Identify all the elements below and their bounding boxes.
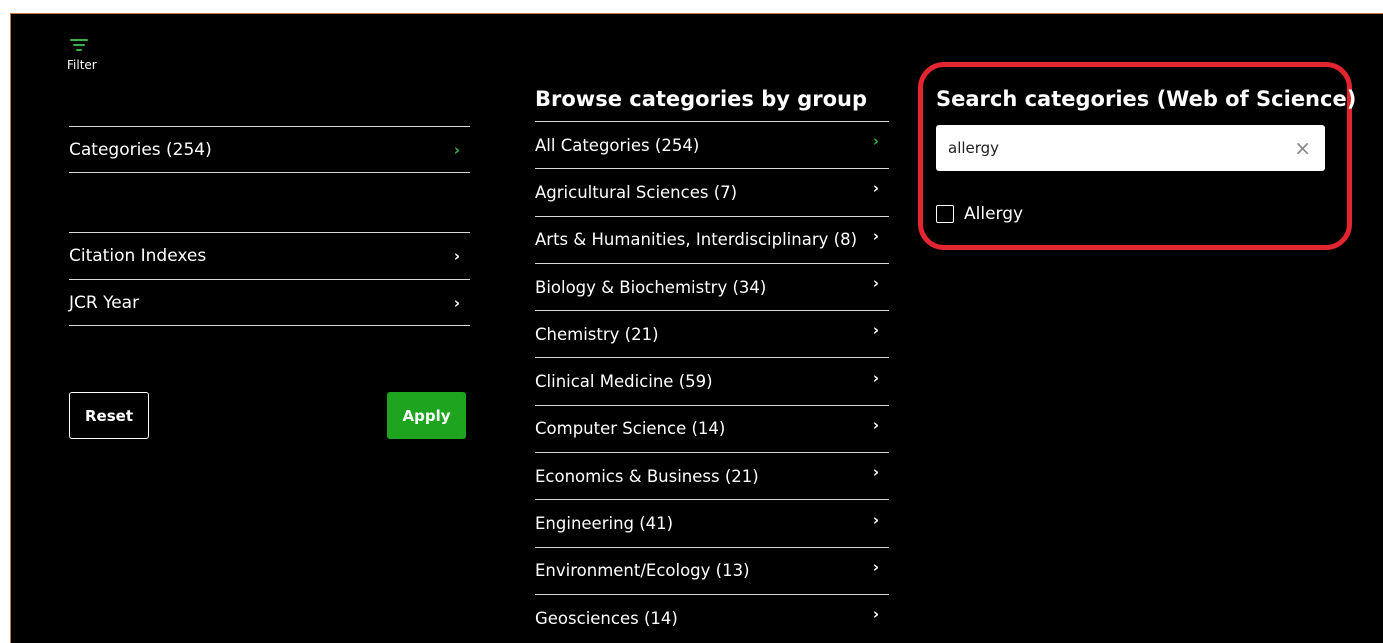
chevron-right-icon: › [872,274,880,293]
category-group-label: Environment/Ecology (13) [535,561,750,581]
chevron-right-icon: › [872,557,880,576]
citation-indexes-label: Citation Indexes [69,246,207,266]
reset-button[interactable]: Reset [69,392,149,439]
browse-title: Browse categories by group [535,87,868,111]
category-group-label: Geosciences (14) [535,608,678,628]
chevron-right-icon: › [872,368,880,387]
category-group-item[interactable]: Agricultural Sciences (7) › [535,168,889,215]
chevron-right-icon: › [872,415,880,434]
category-group-item[interactable]: Geosciences (14) › [535,593,889,641]
category-group-item[interactable]: Environment/Ecology (13) › [535,546,889,594]
search-title: Search categories (Web of Science) [936,87,1357,111]
category-group-label: Arts & Humanities, Interdisciplinary (8) [535,230,857,250]
filter-icon [67,36,91,54]
search-result-allergy[interactable]: Allergy [936,204,1023,224]
category-group-label: Computer Science (14) [535,419,726,439]
search-result-label: Allergy [964,204,1024,224]
chevron-right-icon: › [872,132,880,151]
category-group-item[interactable]: Arts & Humanities, Interdisciplinary (8)… [535,215,889,263]
chevron-right-icon: › [872,226,880,245]
chevron-right-icon: › [453,140,461,159]
chevron-right-icon: › [872,321,880,340]
chevron-right-icon: › [872,463,880,482]
search-field[interactable]: × [936,125,1325,171]
category-group-item[interactable]: Clinical Medicine (59) › [535,357,889,404]
jcr-year-row[interactable]: JCR Year › [69,279,470,326]
categories-filter-row[interactable]: Categories (254) › [69,126,470,173]
category-group-label: Engineering (41) [535,514,674,534]
category-group-item[interactable]: Chemistry (21) › [535,310,889,357]
chevron-right-icon: › [453,247,461,265]
category-group-label: Clinical Medicine (59) [535,372,713,392]
filter-button[interactable]: Filter [67,36,107,72]
citation-indexes-row[interactable]: Citation Indexes › [69,232,470,279]
app-frame: Filter Categories (254) › Citation Index… [10,13,1383,643]
category-group-item[interactable]: All Categories (254) › [535,121,889,168]
clear-icon[interactable]: × [1294,136,1311,160]
chevron-right-icon: › [872,179,880,198]
category-group-label: All Categories (254) [535,135,700,155]
category-group-label: Biology & Biochemistry (34) [535,277,767,297]
categories-filter-label: Categories (254) [69,139,212,160]
apply-button[interactable]: Apply [387,392,466,439]
category-group-item[interactable]: Engineering (41) › [535,499,889,546]
category-group-label: Chemistry (21) [535,324,659,344]
category-group-label: Economics & Business (21) [535,466,759,486]
chevron-right-icon: › [872,510,880,529]
chevron-right-icon: › [872,605,880,624]
search-input[interactable] [948,139,1278,157]
category-group-item[interactable]: Biology & Biochemistry (34) › [535,262,889,310]
jcr-year-label: JCR Year [69,292,140,313]
category-group-label: Agricultural Sciences (7) [535,182,738,202]
chevron-right-icon: › [453,293,461,312]
category-group-list: All Categories (254) › Agricultural Scienc… [535,121,889,641]
checkbox[interactable] [936,205,954,223]
category-group-item[interactable]: Economics & Business (21) › [535,452,889,499]
filter-label: Filter [67,58,97,72]
category-group-item[interactable]: Computer Science (14) › [535,404,889,452]
